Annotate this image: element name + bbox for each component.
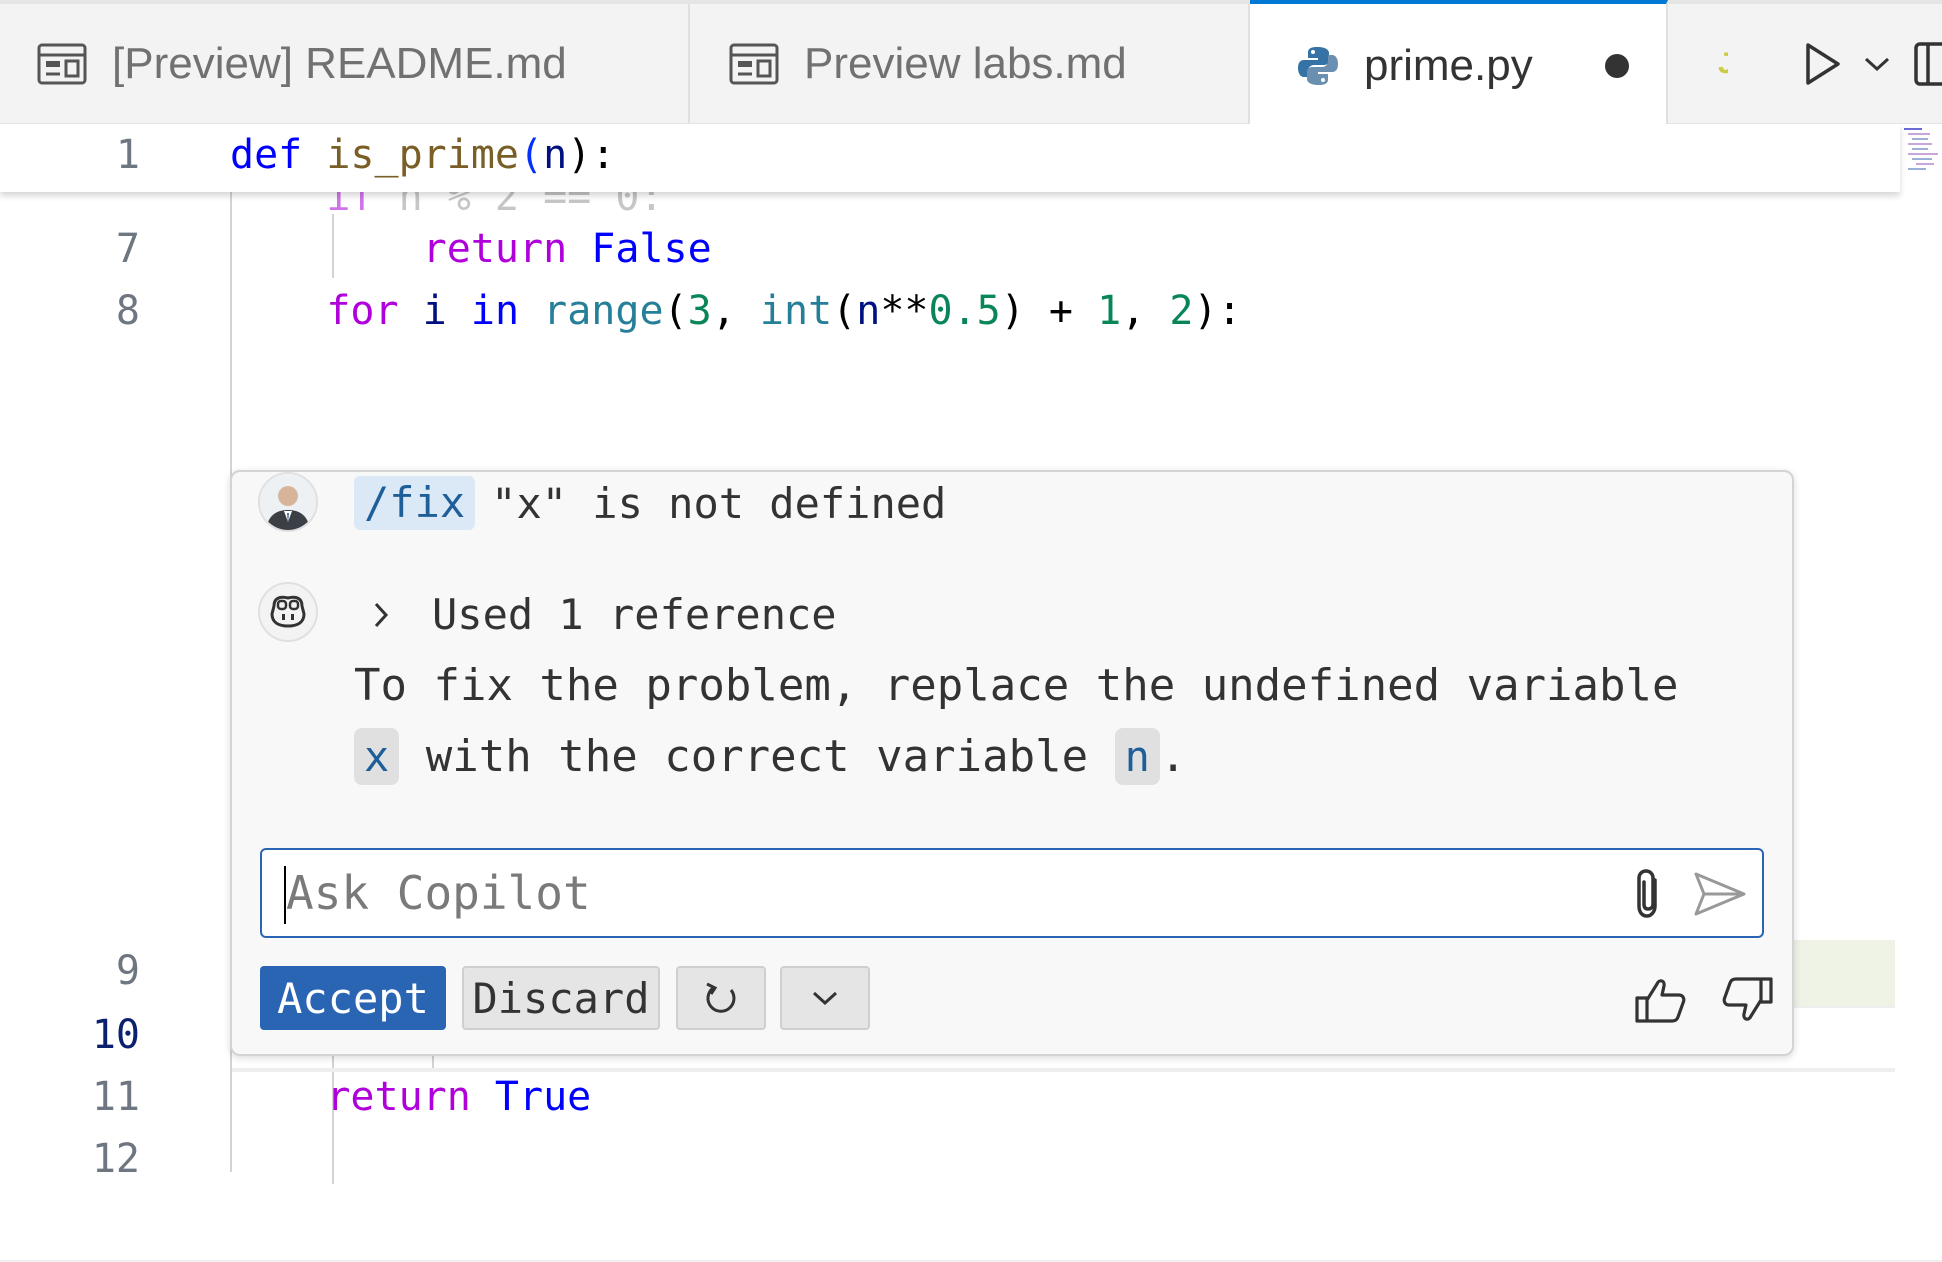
editor-tab-bar: [Preview] README.md Preview labs.md prim… [0, 0, 1942, 128]
tab-label: [Preview] README.md [112, 39, 567, 88]
references-label: Used 1 reference [432, 590, 837, 639]
input-placeholder: Ask Copilot [286, 866, 591, 920]
line-number: 10 [91, 1012, 140, 1058]
preview-icon [36, 42, 88, 86]
python-icon [1296, 44, 1340, 88]
chat-answer: To fix the problem, replace the undefine… [354, 650, 1734, 792]
line-number: 12 [91, 1136, 140, 1182]
copilot-icon [258, 582, 318, 642]
code-line-7[interactable]: 7 return False [0, 218, 1895, 280]
ask-copilot-input[interactable]: Ask Copilot [260, 848, 1764, 938]
user-avatar [258, 472, 318, 532]
unsaved-dot-icon[interactable] [1604, 54, 1629, 78]
rerun-button[interactable] [676, 966, 766, 1030]
line-number: 11 [91, 1074, 140, 1120]
more-actions-button[interactable] [780, 966, 870, 1030]
paperclip-icon[interactable] [1620, 868, 1676, 920]
line-number: 7 [115, 226, 140, 272]
preview-icon [728, 42, 780, 86]
tab-javascript[interactable]: JS [1668, 4, 1728, 124]
code-line-1[interactable]: 1 def is_prime(n): [0, 124, 1895, 186]
send-icon[interactable] [1692, 868, 1748, 920]
chat-request: /fix "x" is not defined [354, 472, 946, 534]
sticky-scroll-header[interactable]: 1 def is_prime(n): [0, 124, 1900, 192]
code-line-8[interactable]: 8 for i in range(3, int(n**0.5) + 1, 2): [0, 280, 1895, 342]
code-editor[interactable]: if n % 2 == 0: 7 return False 8 for i in… [0, 124, 1942, 1262]
javascript-icon: JS [1718, 47, 1728, 80]
line-number: 1 [115, 132, 140, 178]
tab-labs-preview[interactable]: Preview labs.md [690, 4, 1250, 124]
line-number: 9 [115, 948, 140, 994]
chevron-down-icon[interactable] [1852, 34, 1902, 94]
slash-command: /fix [354, 476, 476, 530]
inline-chat-widget: /fix "x" is not defined Used 1 reference… [230, 470, 1794, 1056]
request-text: "x" is not defined [491, 478, 947, 528]
line-number: 8 [115, 288, 140, 334]
tab-label: prime.py [1364, 41, 1533, 90]
references-toggle[interactable]: Used 1 reference [372, 590, 837, 639]
tab-label: Preview labs.md [804, 39, 1127, 88]
accept-button[interactable]: Accept [260, 966, 446, 1030]
editor-actions [1792, 4, 1942, 124]
thumbs-up-icon[interactable] [1630, 972, 1690, 1028]
minimap[interactable] [1902, 124, 1942, 184]
chevron-down-icon [812, 991, 838, 1006]
code-line-11[interactable]: 11 return True [0, 1066, 1895, 1128]
inline-code: x [354, 728, 400, 785]
tab-prime-py[interactable]: prime.py [1250, 0, 1668, 128]
run-icon[interactable] [1792, 34, 1852, 94]
code-line-12[interactable]: 12 [0, 1128, 1895, 1190]
refresh-icon [706, 982, 736, 1013]
inline-code: n [1114, 728, 1160, 785]
chevron-right-icon [372, 601, 412, 629]
split-editor-icon[interactable] [1902, 34, 1942, 94]
tab-readme-preview[interactable]: [Preview] README.md [0, 4, 690, 124]
discard-button[interactable]: Discard [462, 966, 660, 1030]
thumbs-down-icon[interactable] [1718, 972, 1778, 1028]
